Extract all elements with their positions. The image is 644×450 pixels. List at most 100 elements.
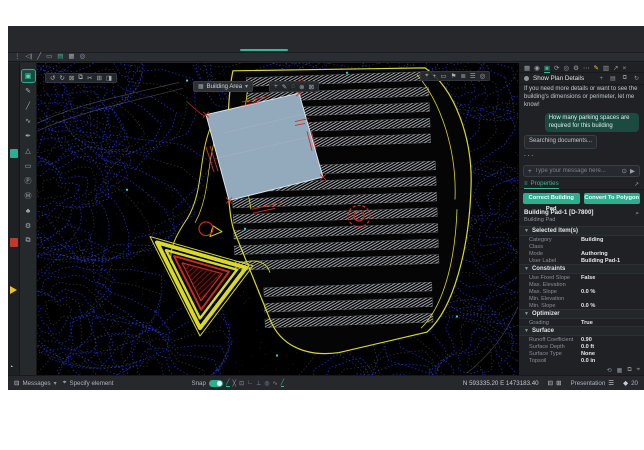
property-row[interactable]: Topsoil 0.0 in [519,357,644,364]
panel-toolbar-icon[interactable]: × [623,65,627,72]
property-row[interactable]: Category Building [519,236,644,243]
canvas-view-icon[interactable]: ⌖ [425,72,429,80]
new-chat-icon[interactable]: + [599,76,603,82]
popout-icon[interactable]: ⧉ [623,75,627,82]
presentation-button[interactable]: Presentation ☰ [571,379,615,387]
top-toolbar-icon[interactable]: ▦ [68,53,74,61]
history-icon[interactable]: ↻ [634,75,639,82]
snap-mode-icon[interactable]: ∟ [247,380,253,386]
panel-footer-icon[interactable]: ⌖ [637,367,640,374]
canvas-edit-icon[interactable]: ⊠ [69,74,74,82]
tool-button[interactable]: ▭ [22,160,35,172]
canvas-edit-icon[interactable]: ↺ [50,74,55,82]
top-toolbar-icon[interactable]: ◎ [80,53,86,61]
building-area-chip[interactable]: ▦ Building Area ▾ [193,81,253,92]
area-tool-icon[interactable]: ◌ [291,83,295,90]
top-toolbar-icon[interactable]: ╱ [37,53,41,61]
panel-toolbar-icon[interactable]: ◎ [563,64,569,72]
action-button[interactable]: Correct Building Pad [523,193,580,204]
snap-mode-icon[interactable]: ╳ [233,380,237,387]
panel-toolbar-icon[interactable]: ⚙ [573,64,579,72]
area-tool-icon[interactable]: + [274,83,278,90]
mic-icon[interactable]: ⊙ [622,167,627,175]
panel-toolbar-icon[interactable]: ✎ [593,64,598,72]
panel-toolbar-icon[interactable]: ⟳ [554,64,559,72]
panel-toolbar-icon[interactable]: ▥ [603,64,609,72]
panel-toolbar-icon[interactable]: ◉ [534,64,540,72]
panel-toolbar-icon[interactable]: ▣ [544,64,550,73]
canvas-edit-icon[interactable]: ✂ [87,74,92,82]
canvas-view-icon[interactable]: ☰ [470,72,476,80]
area-tool-icon[interactable]: ✎ [282,83,287,91]
tab-properties[interactable]: ≡ Properties [524,179,559,189]
section-header[interactable]: ▼Optimizer [519,309,644,319]
snap-mode-icon[interactable]: ◎ [264,380,269,387]
panel-toolbar-icon[interactable]: ⋯ [583,64,590,72]
property-row[interactable]: Grading True [519,319,644,326]
property-row[interactable]: Surface Type None [519,350,644,357]
canvas-view-icon[interactable]: + [433,73,437,80]
section-header[interactable]: ▼Selected Item(s) [519,226,644,236]
canvas-edit-icon[interactable]: ◨ [106,74,112,82]
tool-button[interactable]: ⚙ [22,220,35,232]
view-toggle-icon[interactable]: ⊞ [556,379,561,387]
panel-footer-icon[interactable]: ⧉ [627,367,631,374]
canvas-view-icon[interactable]: ≣ [460,72,465,80]
panel-toolbar-icon[interactable]: ▦ [524,64,530,72]
attach-icon[interactable]: + [528,168,532,175]
property-row[interactable]: Min. Elevation [519,295,644,302]
canvas-view-icon[interactable]: ▭ [440,72,446,80]
active-layer-tile[interactable] [10,149,18,158]
tool-button[interactable]: Ⓟ [22,175,35,187]
snap-mode-icon[interactable]: ⊡ [239,380,244,387]
tool-button[interactable]: ⧉ [22,235,35,247]
property-row[interactable]: Min. Slope 0.0 % [519,302,644,309]
tool-button[interactable]: ✒ [22,130,35,142]
snap-mode-icon[interactable]: ╱ [281,379,285,387]
tool-button[interactable]: △ [22,145,35,157]
property-row[interactable]: Max. Slope 0.0 % [519,288,644,295]
snap-toggle[interactable] [209,380,223,387]
tool-button[interactable]: ╱ [22,100,35,112]
snap-mode-icon[interactable]: ∿ [273,380,278,387]
top-toolbar-icon[interactable]: ▭ [46,53,52,61]
top-toolbar-icon[interactable]: ◁| [26,53,33,61]
panel-footer-icon[interactable]: ⟲ [607,367,612,374]
area-tool-icon[interactable]: ⊠ [309,83,314,91]
canvas-edit-icon[interactable]: ⊞ [96,74,101,82]
tool-button[interactable]: ✎ [22,85,35,97]
property-row[interactable]: Use Fixed Slope False [519,274,644,281]
panel-footer-icon[interactable]: ▦ [617,367,623,374]
alert-layer-tile[interactable] [10,238,18,247]
property-row[interactable]: Max. Elevation [519,281,644,288]
snap-mode-icon[interactable]: ⊥ [256,380,261,387]
action-button[interactable]: Convert To Polygon [584,193,641,204]
zoom-indicator[interactable]: ◆ 20 [623,379,638,387]
tool-button[interactable]: ∿ [22,115,35,127]
tool-button[interactable]: ♣ [22,205,35,217]
top-toolbar-icon[interactable]: ⋮ [14,53,21,61]
canvas-view-icon[interactable]: ◎ [480,72,486,80]
canvas-view-icon[interactable]: ⚑ [451,72,457,80]
property-row[interactable]: Mode Authoring [519,250,644,257]
view-toggle-icon[interactable]: ⊟ [548,379,553,387]
send-icon[interactable]: ▶ [630,167,635,175]
panel-expand-icon[interactable]: ↗ [634,181,639,188]
tool-button[interactable]: Ⓜ [22,190,35,202]
section-header[interactable]: ▼Constraints [519,264,644,274]
area-tool-icon[interactable]: ⊗ [299,83,304,91]
property-row[interactable]: Class [519,243,644,250]
tool-button[interactable]: ▣ [22,70,35,82]
property-row[interactable]: Surface Depth 0.0 ft [519,343,644,350]
canvas-edit-icon[interactable]: ↻ [59,74,64,82]
canvas-edit-icon[interactable]: ⧉ [78,74,83,82]
section-header[interactable]: ▼Surface [519,326,644,336]
property-row[interactable]: User Label Building Pad-1 [519,257,644,264]
search-icon[interactable]: ⌕ [635,210,639,218]
site-plan-canvas[interactable]: ↺↻⊠⧉✂⊞◨ ▦ Building Area ▾ +✎◌⊗⊠ ⌖+▭⚑≣☰◎ [37,63,518,375]
save-chat-icon[interactable]: ▤ [610,75,616,82]
messages-button[interactable]: ⊟ Messages ▾ [14,379,57,387]
clock-icon[interactable]: ◔ [9,364,13,371]
top-toolbar-icon[interactable]: ▤ [57,53,63,61]
property-row[interactable]: Runoff Coefficient 0.90 [519,336,644,343]
